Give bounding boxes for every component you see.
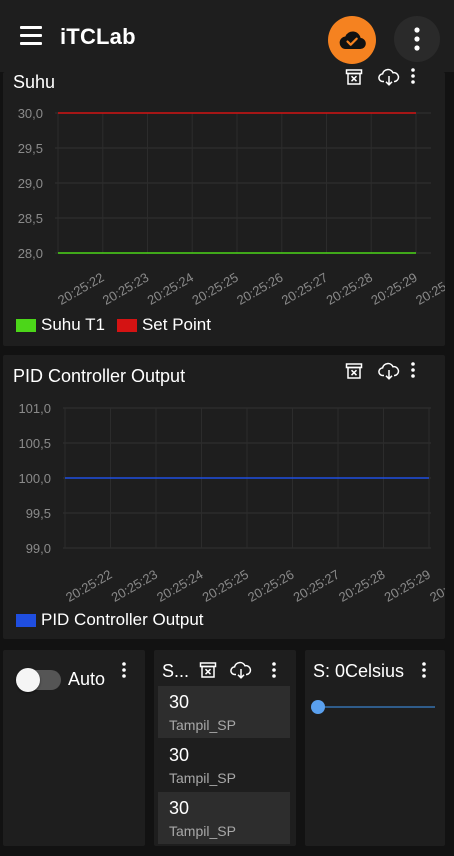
cloud-sync-button[interactable]: [328, 16, 376, 64]
y-tick-label: 30,0: [18, 106, 43, 121]
x-tick-label: 20:25:23: [109, 567, 160, 605]
more-vertical-icon: [414, 27, 420, 51]
x-tick-label: 20:25:24: [154, 567, 205, 605]
legend-label-pid-output: PID Controller Output: [41, 610, 204, 629]
y-tick-label: 99,0: [26, 541, 51, 556]
more-vertical-icon: [411, 68, 415, 84]
archive-clear-icon: [345, 69, 363, 85]
x-tick-label: 20:25:26: [245, 567, 296, 605]
x-tick-label: 20:25:27: [279, 270, 330, 308]
slider-track[interactable]: [317, 706, 435, 708]
chart-menu-button[interactable]: [411, 68, 437, 94]
download-button[interactable]: [378, 68, 404, 94]
clear-data-button[interactable]: [195, 657, 221, 683]
x-tick-label: 20:25:24: [145, 270, 196, 308]
x-tick-label: 20:25:22: [63, 567, 114, 605]
list-item-label: Tampil_SP: [169, 717, 236, 733]
archive-clear-icon: [199, 662, 217, 678]
app-title: iTCLab: [60, 24, 136, 49]
y-tick-label: 28,5: [18, 211, 43, 226]
y-tick-label: 99,5: [26, 506, 51, 521]
more-options-button[interactable]: [394, 16, 440, 62]
clear-data-button[interactable]: [345, 362, 371, 388]
pid-chart: 101,0100,5100,099,599,020:25:2220:25:232…: [18, 401, 445, 605]
x-tick-label: 20:25:22: [55, 270, 106, 308]
y-tick-label: 28,0: [18, 246, 43, 261]
y-tick-label: 29,5: [18, 141, 43, 156]
list-item[interactable]: 30 Tampil_SP: [158, 686, 290, 738]
cloud-download-icon: [378, 68, 400, 86]
auto-switch-card: Auto: [3, 650, 145, 846]
setpoint-list-card: S... 30 Tampil_SP 30 Tampil_SP 30 Tampil…: [154, 650, 296, 846]
list-item[interactable]: 30 Tampil_SP: [158, 739, 290, 791]
slider-thumb[interactable]: [311, 700, 325, 714]
legend-swatch-pid-output: [16, 613, 36, 627]
x-tick-label: 20:25:27: [291, 567, 342, 605]
more-vertical-icon: [272, 662, 276, 678]
pid-chart-card: 101,0 100,5 100,0 99,5 99,0 20:25:22 20:25:23 2…: [3, 355, 445, 639]
cloud-download-icon: [230, 661, 252, 679]
toggle-knob: [16, 668, 40, 692]
chart-menu-button[interactable]: [411, 362, 437, 388]
cloud-check-icon: [339, 31, 366, 50]
archive-clear-icon: [345, 363, 363, 379]
download-button[interactable]: [228, 657, 254, 683]
x-tick-label: 20:25:30: [413, 270, 445, 308]
list-card-title: S...: [162, 661, 190, 681]
legend-label-set-point: Set Point: [141, 315, 211, 334]
chart-title: Suhu: [13, 72, 56, 92]
auto-label: Auto: [68, 669, 106, 689]
x-tick-label: 20:25:25: [189, 270, 240, 308]
card-menu-button[interactable]: [111, 657, 137, 683]
x-tick-label: 20:25:28: [324, 270, 375, 308]
card-menu-button[interactable]: [411, 657, 437, 683]
cloud-download-icon: [378, 362, 400, 380]
menu-button[interactable]: [18, 26, 46, 48]
list-item[interactable]: 30 Tampil_SP: [158, 792, 290, 844]
x-tick-label: 20:25:30: [427, 567, 445, 605]
more-vertical-icon: [422, 662, 426, 678]
more-vertical-icon: [122, 662, 126, 678]
x-tick-label: 20:25:25: [200, 567, 251, 605]
download-button[interactable]: [378, 362, 404, 388]
suhu-chart: 30,029,529,028,528,020:25:2220:25:2320:2…: [18, 106, 445, 308]
list-item-value: 30: [169, 798, 190, 818]
list-item-label: Tampil_SP: [169, 823, 236, 839]
x-tick-label: 20:25:26: [234, 270, 285, 308]
x-tick-label: 20:25:29: [382, 567, 433, 605]
list-item-value: 30: [169, 745, 190, 765]
setpoint-slider-card: S: 0Celsius: [305, 650, 445, 846]
legend-swatch-set-point: [116, 318, 137, 332]
y-tick-label: 100,0: [18, 471, 51, 486]
chart-title: PID Controller Output: [13, 366, 186, 386]
y-tick-label: 100,5: [18, 436, 51, 451]
x-tick-label: 20:25:28: [336, 567, 387, 605]
app-bar: iTCLab: [0, 0, 454, 72]
chart-legend: Suhu T1 Set Point: [16, 315, 223, 335]
y-tick-label: 101,0: [18, 401, 51, 416]
chart-legend: PID Controller Output: [16, 610, 216, 630]
suhu-chart-card: 30,0 29,5 29,0 28,5 28,0 20:25:22 20:25:23 20:2…: [3, 68, 445, 346]
card-menu-button[interactable]: [261, 657, 287, 683]
list-item-label: Tampil_SP: [169, 770, 236, 786]
list-item-value: 30: [169, 692, 190, 712]
legend-swatch-suhu-t1: [16, 318, 36, 332]
legend-label-suhu-t1: Suhu T1: [41, 315, 105, 334]
x-tick-label: 20:25:29: [368, 270, 419, 308]
more-vertical-icon: [411, 362, 415, 378]
x-tick-label: 20:25:23: [100, 270, 151, 308]
y-tick-label: 29,0: [18, 176, 43, 191]
clear-data-button[interactable]: [345, 68, 371, 94]
auto-toggle[interactable]: [16, 668, 61, 692]
slider-title: S: 0Celsius: [313, 661, 405, 681]
